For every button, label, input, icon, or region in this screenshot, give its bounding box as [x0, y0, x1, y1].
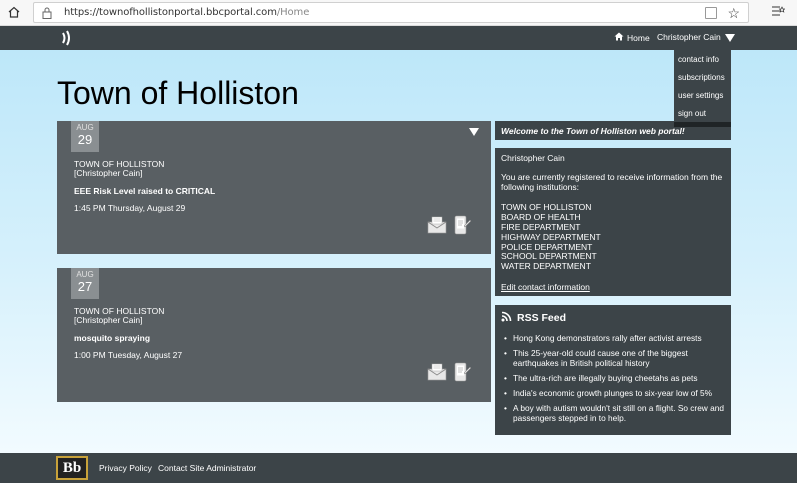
- rss-title: RSS Feed: [517, 312, 567, 324]
- blackboard-logo[interactable]: Bb: [56, 456, 88, 480]
- contact-admin-link[interactable]: Contact Site Administrator: [158, 463, 256, 473]
- menu-item-subscriptions[interactable]: subscriptions: [674, 72, 731, 90]
- menu-bottom-bar: [674, 122, 731, 127]
- date-badge: AUG 27: [71, 268, 99, 299]
- text-message-icon[interactable]: [452, 215, 472, 235]
- message-sender: [Christopher Cain]: [74, 315, 143, 325]
- chevron-down-icon: [724, 34, 735, 42]
- message-card[interactable]: AUG 27 TOWN OF HOLLISTON [Christopher Ca…: [57, 268, 491, 402]
- user-menu-toggle[interactable]: Christopher Cain: [657, 32, 735, 42]
- menu-item-contact-info[interactable]: contact info: [674, 54, 731, 72]
- user-name: Christopher Cain: [657, 32, 721, 42]
- rss-header: RSS Feed: [501, 311, 725, 325]
- message-time: 1:00 PM Tuesday, August 27: [74, 350, 183, 360]
- favorites-hub-icon[interactable]: [771, 4, 786, 22]
- site-logo[interactable]: [60, 29, 74, 52]
- date-day: 29: [77, 132, 93, 147]
- text-message-icon[interactable]: [452, 362, 472, 382]
- page-title: Town of Holliston: [57, 75, 299, 111]
- home-icon: [614, 32, 624, 43]
- rss-item[interactable]: This 25-year-old could cause one of the …: [501, 348, 725, 368]
- rss-item[interactable]: Hong Kong demonstrators rally after acti…: [501, 333, 725, 343]
- date-month: AUG: [76, 270, 94, 279]
- lock-icon: [41, 6, 55, 20]
- registered-user-name: Christopher Cain: [501, 153, 565, 163]
- browser-home-icon[interactable]: [6, 5, 22, 21]
- email-message-icon[interactable]: [427, 362, 447, 382]
- rss-item[interactable]: India's economic growth plunges to six-y…: [501, 388, 725, 398]
- menu-item-user-settings[interactable]: user settings: [674, 90, 731, 108]
- rss-item[interactable]: The ultra-rich are illegally buying chee…: [501, 373, 725, 383]
- user-dropdown-menu: contact info subscriptions user settings…: [674, 50, 731, 127]
- message-card[interactable]: AUG 29 TOWN OF HOLLISTON [Christopher Ca…: [57, 121, 491, 254]
- date-month: AUG: [76, 123, 94, 132]
- message-subject[interactable]: mosquito spraying: [74, 333, 150, 343]
- nav-home-link[interactable]: Home: [614, 32, 650, 43]
- site-footer: Bb Privacy Policy Contact Site Administr…: [0, 453, 797, 483]
- edit-contact-link[interactable]: Edit contact information: [501, 282, 725, 293]
- privacy-policy-link[interactable]: Privacy Policy: [99, 463, 152, 473]
- email-message-icon[interactable]: [427, 215, 447, 235]
- rss-icon: [501, 311, 512, 325]
- nav-home-label: Home: [627, 32, 650, 43]
- message-subject[interactable]: EEE Risk Level raised to CRITICAL: [74, 186, 215, 196]
- date-day: 27: [77, 279, 93, 294]
- registration-panel: Christopher Cain You are currently regis…: [495, 148, 731, 296]
- collapse-triangle-icon[interactable]: [469, 128, 479, 136]
- message-time: 1:45 PM Thursday, August 29: [74, 203, 186, 213]
- favorite-star-icon[interactable]: ☆: [727, 4, 740, 22]
- site-header: Home Christopher Cain: [0, 26, 797, 50]
- institution-list: TOWN OF HOLLISTON BOARD OF HEALTH FIRE D…: [501, 203, 725, 272]
- address-bar[interactable]: https://townofhollistonportal.bbcportal.…: [33, 2, 749, 23]
- rss-list: Hong Kong demonstrators rally after acti…: [501, 333, 725, 423]
- browser-toolbar: https://townofhollistonportal.bbcportal.…: [0, 0, 797, 26]
- institution-item: WATER DEPARTMENT: [501, 261, 591, 272]
- date-badge: AUG 29: [71, 121, 99, 152]
- message-sender: [Christopher Cain]: [74, 168, 143, 178]
- rss-item[interactable]: A boy with autism wouldn't sit still on …: [501, 403, 725, 423]
- registration-intro: You are currently registered to receive …: [501, 171, 723, 192]
- reading-view-icon[interactable]: [705, 7, 717, 19]
- rss-feed-panel: RSS Feed Hong Kong demonstrators rally a…: [495, 305, 731, 435]
- url-text: https://townofhollistonportal.bbcportal.…: [64, 7, 310, 18]
